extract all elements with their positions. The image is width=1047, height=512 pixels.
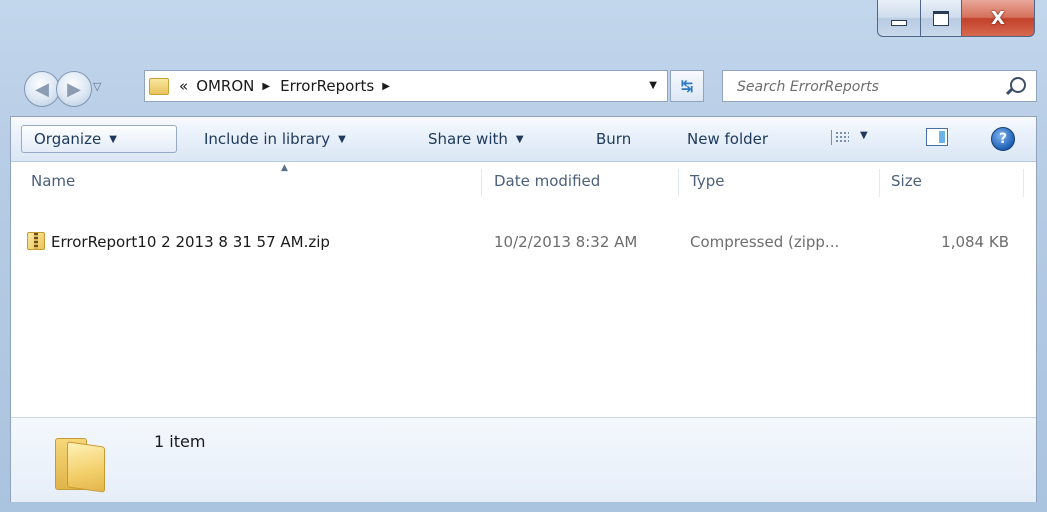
share-with-label: Share with xyxy=(428,130,508,148)
chevron-right-icon[interactable]: ▶ xyxy=(382,81,390,92)
address-dropdown-icon[interactable]: ▼ xyxy=(649,80,657,91)
sort-ascending-icon: ▲ xyxy=(281,163,288,173)
column-header-name[interactable]: Name xyxy=(31,161,75,201)
share-with-button[interactable]: Share with ▼ xyxy=(428,125,524,153)
forward-arrow-icon: ▶ xyxy=(67,78,81,100)
file-date-modified: 10/2/2013 8:32 AM xyxy=(494,233,638,251)
burn-button[interactable]: Burn xyxy=(596,125,631,153)
organize-button[interactable]: Organize ▼ xyxy=(21,125,177,153)
title-bar[interactable]: X xyxy=(0,0,1047,58)
close-button[interactable]: X xyxy=(962,0,1035,37)
file-row[interactable]: ErrorReport10 2 2013 8 31 57 AM.zip 10/2… xyxy=(11,229,1036,255)
folder-icon xyxy=(149,77,169,95)
file-type: Compressed (zipp... xyxy=(690,233,840,251)
file-name: ErrorReport10 2 2013 8 31 57 AM.zip xyxy=(51,233,330,251)
file-size: 1,084 KB xyxy=(941,233,1009,251)
item-count: 1 item xyxy=(154,432,206,451)
include-in-library-label: Include in library xyxy=(204,130,331,148)
folder-icon xyxy=(53,434,105,493)
search-input[interactable] xyxy=(723,71,1009,103)
search-icon[interactable] xyxy=(1010,77,1026,93)
breadcrumb-overflow[interactable]: « xyxy=(179,77,188,95)
address-bar[interactable]: « OMRON ▶ ErrorReports ▶ ▼ xyxy=(144,70,668,102)
column-header-type[interactable]: Type xyxy=(690,161,724,201)
column-divider[interactable] xyxy=(1023,169,1024,197)
command-bar: Organize ▼ Include in library ▼ Share with… xyxy=(11,117,1036,162)
back-arrow-icon: ◀ xyxy=(35,78,49,100)
recent-pages-dropdown[interactable]: ▽ xyxy=(93,80,101,93)
back-button[interactable]: ◀ xyxy=(24,71,60,107)
content-pane: Organize ▼ Include in library ▼ Share with… xyxy=(10,116,1037,502)
window-controls: X xyxy=(877,0,1035,40)
new-folder-label: New folder xyxy=(687,130,769,148)
include-in-library-button[interactable]: Include in library ▼ xyxy=(204,125,346,153)
details-pane: 1 item xyxy=(11,417,1036,502)
refresh-button[interactable]: ↹ xyxy=(670,70,704,102)
maximize-button[interactable] xyxy=(921,0,962,37)
navigation-bar: ◀ ▶ ▽ « OMRON ▶ ErrorReports ▶ ▼ ↹ xyxy=(0,62,1047,112)
chevron-down-icon: ▼ xyxy=(515,133,524,145)
breadcrumb-omron[interactable]: OMRON xyxy=(196,77,254,95)
column-headers: ▲ Name Date modified Type Size xyxy=(11,161,1036,201)
preview-pane-icon[interactable] xyxy=(926,128,948,146)
help-icon[interactable]: ? xyxy=(991,127,1015,151)
close-icon: X xyxy=(991,7,1005,29)
refresh-icon: ↹ xyxy=(680,77,694,95)
chevron-down-icon: ▼ xyxy=(338,133,346,145)
minimize-button[interactable] xyxy=(877,0,921,37)
zip-folder-icon xyxy=(27,232,45,250)
chevron-down-icon: ▼ xyxy=(109,133,117,145)
chevron-right-icon[interactable]: ▶ xyxy=(262,81,270,92)
column-header-date-modified[interactable]: Date modified xyxy=(494,161,600,201)
new-folder-button[interactable]: New folder xyxy=(687,125,768,153)
organize-label: Organize xyxy=(34,130,102,148)
breadcrumb-errorreports[interactable]: ErrorReports xyxy=(280,77,374,95)
column-divider[interactable] xyxy=(879,169,880,197)
maximize-icon xyxy=(933,10,949,26)
column-divider[interactable] xyxy=(678,169,679,197)
chevron-down-icon[interactable]: ▼ xyxy=(860,130,868,141)
search-box[interactable] xyxy=(722,70,1037,103)
explorer-window: X ◀ ▶ ▽ « OMRON ▶ ErrorReports ▶ ▼ ↹ Org… xyxy=(0,0,1047,512)
column-header-size[interactable]: Size xyxy=(891,161,922,201)
minimize-icon xyxy=(891,20,907,26)
view-options-icon[interactable] xyxy=(831,130,849,145)
forward-button[interactable]: ▶ xyxy=(56,71,92,107)
burn-label: Burn xyxy=(596,130,632,148)
column-divider[interactable] xyxy=(481,169,482,197)
